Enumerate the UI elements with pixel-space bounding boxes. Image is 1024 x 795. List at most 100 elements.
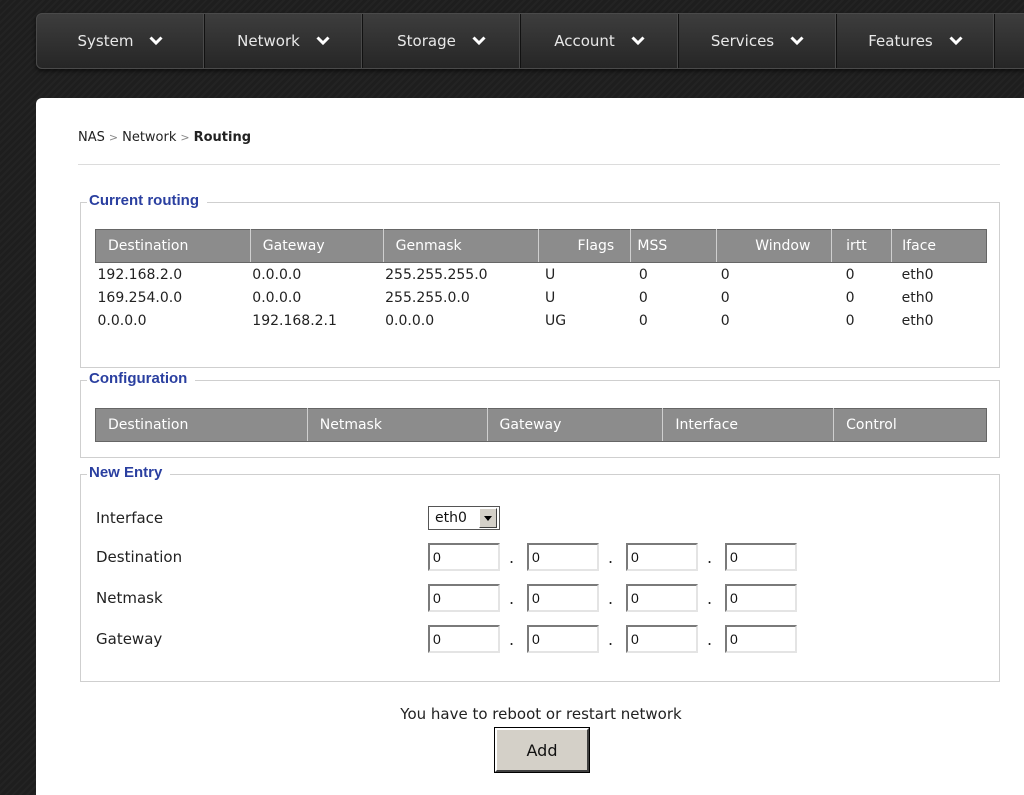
interface-label: Interface (96, 509, 164, 527)
current-routing-section: Current routing Destination Gateway Genm… (80, 192, 1000, 368)
col-gateway: Gateway (487, 408, 664, 442)
gateway-octet-1[interactable] (428, 625, 500, 653)
col-destination: Destination (95, 408, 308, 442)
col-netmask: Netmask (307, 408, 488, 442)
cell-mss: 0 (638, 289, 648, 306)
cell-mss: 0 (638, 266, 648, 283)
configuration-section: Configuration Destination Netmask Gatewa… (80, 370, 1000, 458)
nav-services[interactable]: Services (679, 14, 837, 68)
cell-flags: U (544, 266, 556, 283)
interface-select-value: eth0 (435, 510, 467, 526)
nav-label: Account (554, 32, 615, 50)
cell-genmask: 0.0.0.0 (385, 312, 435, 329)
cell-window: 0 (720, 289, 730, 306)
breadcrumb-separator: > (108, 131, 119, 144)
breadcrumb-current: Routing (193, 130, 252, 145)
cell-iface: eth0 (901, 312, 934, 329)
netmask-octet-2[interactable] (527, 584, 599, 612)
col-iface: Iface (891, 229, 987, 263)
nav-network[interactable]: Network (205, 14, 363, 68)
chevron-down-icon (790, 36, 804, 46)
gateway-octet-2[interactable] (527, 625, 599, 653)
col-gateway: Gateway (250, 229, 384, 263)
nav-storage[interactable]: Storage (363, 14, 521, 68)
nav-features[interactable]: Features (837, 14, 995, 68)
new-entry-section: New Entry Interface eth0 Destination . .… (80, 464, 1000, 682)
cell-flags: UG (544, 312, 567, 329)
configuration-table: Destination Netmask Gateway Interface Co… (95, 408, 987, 442)
new-entry-legend: New Entry (87, 464, 171, 481)
cell-window: 0 (720, 312, 730, 329)
octet-separator: . (707, 548, 713, 567)
cell-irtt: 0 (845, 289, 855, 306)
octet-separator: . (707, 630, 713, 649)
octet-separator: . (509, 589, 515, 608)
nav-label: System (77, 32, 134, 50)
nav-label: Storage (397, 32, 456, 50)
cell-flags: U (544, 289, 556, 306)
breadcrumb-parent[interactable]: Network (122, 130, 176, 145)
netmask-octet-3[interactable] (626, 584, 698, 612)
netmask-octet-1[interactable] (428, 584, 500, 612)
col-irtt: irtt (831, 229, 893, 263)
col-destination: Destination (95, 229, 251, 263)
gateway-octet-3[interactable] (626, 625, 698, 653)
cell-gateway: 0.0.0.0 (252, 289, 302, 306)
nav-label: Features (868, 32, 933, 50)
col-window: Window (716, 229, 833, 263)
nav-label: Network (237, 32, 300, 50)
breadcrumb-separator: > (180, 131, 190, 144)
netmask-label: Netmask (96, 589, 163, 607)
col-interface: Interface (662, 408, 835, 442)
destination-label: Destination (96, 548, 183, 566)
octet-separator: . (707, 589, 713, 608)
cell-gateway: 0.0.0.0 (252, 266, 302, 283)
destination-octet-1[interactable] (428, 543, 500, 571)
gateway-label: Gateway (96, 630, 163, 648)
cell-genmask: 255.255.255.0 (385, 266, 488, 283)
current-routing-legend: Current routing (87, 192, 207, 209)
chevron-down-icon (631, 36, 645, 46)
netmask-octet-4[interactable] (725, 584, 797, 612)
table-row: 0.0.0.0 192.168.2.1 0.0.0.0 UG 0 0 0 eth… (96, 309, 987, 332)
cell-gateway: 192.168.2.1 (252, 312, 337, 329)
cell-mss: 0 (638, 312, 648, 329)
configuration-table-header: Destination Netmask Gateway Interface Co… (95, 408, 987, 442)
nav-label: Services (710, 32, 775, 50)
destination-octet-2[interactable] (527, 543, 599, 571)
cell-iface: eth0 (901, 289, 934, 306)
octet-separator: . (608, 589, 614, 608)
cell-genmask: 255.255.0.0 (385, 289, 470, 306)
chevron-down-icon (472, 36, 486, 46)
cell-destination: 169.254.0.0 (97, 289, 183, 306)
divider (78, 164, 1000, 165)
cell-iface: eth0 (901, 266, 934, 283)
chevron-down-icon (149, 36, 164, 46)
col-flags: Flags (538, 229, 632, 263)
interface-select[interactable]: eth0 (428, 506, 500, 530)
table-row: 192.168.2.0 0.0.0.0 255.255.255.0 U 0 0 … (96, 263, 987, 287)
destination-octet-4[interactable] (725, 543, 797, 571)
nav-system[interactable]: System (37, 14, 205, 68)
gateway-octet-4[interactable] (725, 625, 797, 653)
col-mss: MSS (630, 229, 718, 263)
top-nav: System Network Storage Account Services … (36, 13, 1024, 69)
content-panel: NAS > Network > Routing Current routing Dest… (36, 98, 1024, 795)
add-button[interactable]: Add (494, 727, 590, 773)
breadcrumb-root[interactable]: NAS (78, 130, 105, 145)
octet-separator: . (608, 548, 614, 567)
chevron-down-icon (949, 36, 963, 46)
octet-separator: . (509, 630, 515, 649)
routing-table-header: Destination Gateway Genmask Flags MSS Wi… (95, 229, 987, 263)
table-row: 169.254.0.0 0.0.0.0 255.255.0.0 U 0 0 0 … (96, 286, 987, 309)
cell-window: 0 (720, 266, 730, 283)
dropdown-arrow-icon[interactable] (479, 508, 497, 528)
nav-account[interactable]: Account (521, 14, 679, 68)
octet-separator: . (509, 548, 515, 567)
octet-separator: . (608, 630, 614, 649)
routing-table: Destination Gateway Genmask Flags MSS Wi… (95, 229, 987, 332)
destination-octet-3[interactable] (626, 543, 698, 571)
cell-irtt: 0 (845, 266, 855, 283)
breadcrumb: NAS > Network > Routing (78, 130, 251, 145)
cell-destination: 0.0.0.0 (97, 312, 147, 329)
